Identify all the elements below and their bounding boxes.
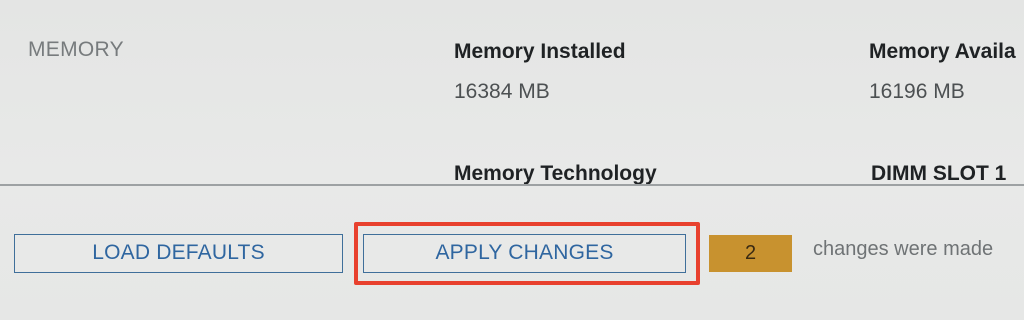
partially-visible-row: Memory Technology DIMM SLOT 1: [0, 150, 1024, 184]
changes-message: changes were made: [813, 238, 994, 260]
load-defaults-button[interactable]: LOAD DEFAULTS: [14, 234, 343, 273]
section-divider: [0, 184, 1024, 186]
memory-installed-value: 16384 MB: [454, 80, 550, 103]
changes-count-badge: 2: [709, 235, 792, 272]
memory-installed-title: Memory Installed: [454, 40, 626, 63]
dimm-slot-title: DIMM SLOT 1: [871, 162, 1007, 184]
memory-technology-title: Memory Technology: [454, 162, 657, 184]
apply-changes-highlight: [354, 222, 700, 285]
memory-available-value: 16196 MB: [869, 80, 965, 103]
bios-memory-settings-screen: MEMORY Memory Installed 16384 MB Memory …: [0, 0, 1024, 320]
section-label-memory: MEMORY: [28, 38, 124, 61]
memory-available-title: Memory Availa: [869, 40, 1016, 63]
